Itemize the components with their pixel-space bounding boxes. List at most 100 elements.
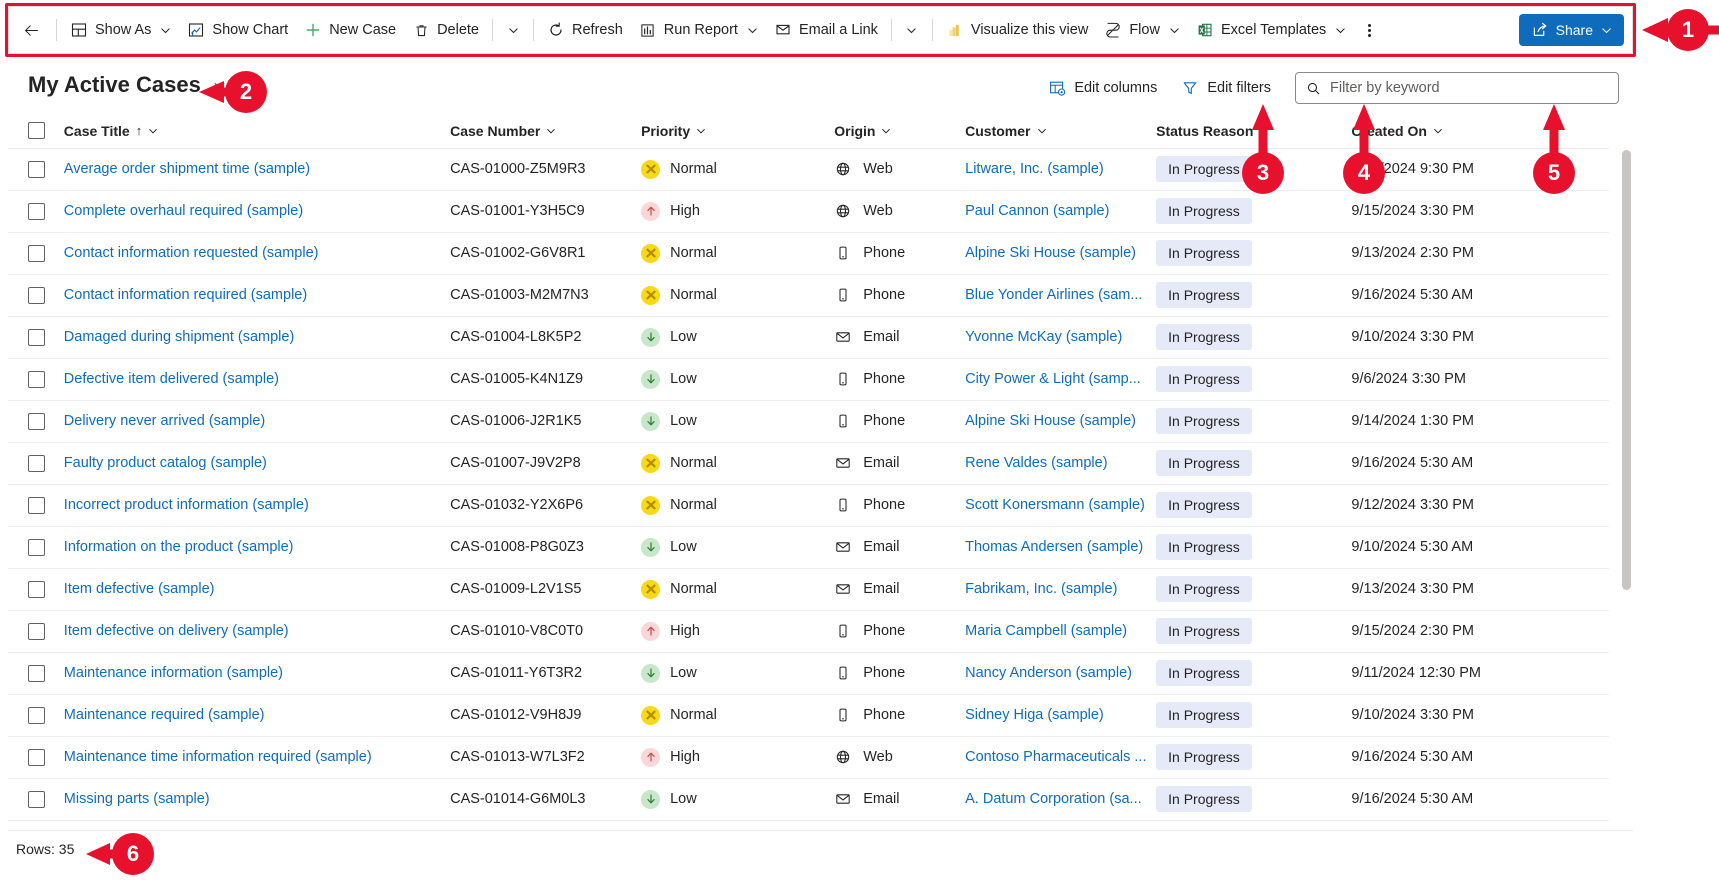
case-title-link[interactable]: Maintenance time information required (s… [64,749,450,765]
delete-more-button[interactable] [498,13,528,47]
chevron-down-icon[interactable] [696,126,706,136]
chevron-down-icon[interactable] [1335,25,1346,36]
show-chart-button[interactable]: Show Chart [179,13,296,47]
row-checkbox[interactable] [28,622,45,640]
chevron-down-icon[interactable] [546,126,556,136]
case-title-link[interactable]: Item defective (sample) [64,581,450,597]
table-row[interactable]: Item defective on delivery (sample) CAS-0… [8,610,1609,653]
table-row[interactable]: Contact information required (sample) CAS… [8,274,1609,317]
customer-link[interactable]: Fabrikam, Inc. (sample) [965,581,1156,597]
new-case-button[interactable]: New Case [296,13,404,47]
table-row[interactable]: Maintenance information (sample) CAS-0101… [8,652,1609,695]
customer-link[interactable]: Yvonne McKay (sample) [965,329,1156,345]
table-row[interactable]: Complete overhaul required (sample) CAS-0… [8,190,1609,233]
case-title-link[interactable]: Maintenance required (sample) [64,707,450,723]
row-checkbox[interactable] [28,244,45,262]
chevron-down-icon[interactable] [1433,126,1443,136]
filter-by-keyword-box[interactable] [1295,72,1619,104]
customer-link[interactable]: Sidney Higa (sample) [965,707,1156,723]
chevron-down-icon[interactable] [1169,25,1180,36]
vertical-scrollbar[interactable] [1622,150,1631,750]
customer-link[interactable]: City Power & Light (samp... [965,371,1156,387]
table-row[interactable]: Faulty product catalog (sample) CAS-01007… [8,442,1609,485]
case-title-link[interactable]: Missing parts (sample) [64,791,450,807]
select-all-checkbox[interactable] [28,122,45,140]
row-checkbox[interactable] [28,286,45,304]
delete-button[interactable]: Delete [404,13,487,47]
row-checkbox[interactable] [28,748,45,766]
case-title-link[interactable]: Information on the product (sample) [64,539,450,555]
case-title-link[interactable]: Incorrect product information (sample) [64,497,450,513]
back-button[interactable] [15,14,47,46]
table-row[interactable]: Maintenance time information required (s… [8,736,1609,779]
table-row[interactable]: Delivery never arrived (sample) CAS-01006… [8,400,1609,443]
chevron-down-icon[interactable] [1037,126,1047,136]
table-row[interactable]: Item defective (sample) CAS-01009-L2V1S5 N… [8,568,1609,611]
case-title-link[interactable]: Item defective on delivery (sample) [64,623,450,639]
email-a-link-button[interactable]: Email a Link [766,13,886,47]
table-row[interactable]: Defective item delivered (sample) CAS-010… [8,358,1609,401]
customer-link[interactable]: Thomas Andersen (sample) [965,539,1156,555]
row-checkbox[interactable] [28,160,45,178]
case-title-link[interactable]: Average order shipment time (sample) [64,161,450,177]
row-checkbox[interactable] [28,496,45,514]
run-report-button[interactable]: Run Report [631,13,766,47]
table-row[interactable]: Missing parts (sample) CAS-01014-G6M0L3 Lo… [8,778,1609,821]
case-title-link[interactable]: Damaged during shipment (sample) [64,329,450,345]
flow-button[interactable]: Flow [1096,13,1188,47]
customer-link[interactable]: Litware, Inc. (sample) [965,161,1156,177]
row-checkbox[interactable] [28,580,45,598]
row-checkbox[interactable] [28,454,45,472]
case-title-link[interactable]: Defective item delivered (sample) [64,371,450,387]
excel-templates-button[interactable]: Excel Templates [1188,13,1354,47]
column-header-origin[interactable]: Origin [834,114,966,149]
case-title-link[interactable]: Maintenance information (sample) [64,665,450,681]
customer-link[interactable]: Maria Campbell (sample) [965,623,1156,639]
chevron-down-icon[interactable] [148,126,158,136]
case-title-link[interactable]: Faulty product catalog (sample) [64,455,450,471]
customer-link[interactable]: Rene Valdes (sample) [965,455,1156,471]
case-title-link[interactable]: Contact information required (sample) [64,287,450,303]
edit-columns-button[interactable]: Edit columns [1038,72,1167,104]
search-input[interactable] [1330,80,1610,96]
row-checkbox[interactable] [28,706,45,724]
chevron-down-icon[interactable] [881,126,891,136]
customer-link[interactable]: Contoso Pharmaceuticals ... [965,749,1156,765]
chevron-down-icon[interactable] [747,25,758,36]
row-checkbox[interactable] [28,664,45,682]
email-more-button[interactable] [897,13,927,47]
table-row[interactable]: Contact information requested (sample) CA… [8,232,1609,275]
customer-link[interactable]: Alpine Ski House (sample) [965,245,1156,261]
customer-link[interactable]: Alpine Ski House (sample) [965,413,1156,429]
show-as-button[interactable]: Show As [62,13,179,47]
row-checkbox[interactable] [28,412,45,430]
row-checkbox[interactable] [28,328,45,346]
customer-link[interactable]: Nancy Anderson (sample) [965,665,1156,681]
row-checkbox[interactable] [28,790,45,808]
row-checkbox[interactable] [28,202,45,220]
customer-link[interactable]: Paul Cannon (sample) [965,203,1156,219]
table-row[interactable]: Information on the product (sample) CAS-0… [8,526,1609,569]
table-row[interactable]: Incorrect product information (sample) CA… [8,484,1609,527]
scrollbar-thumb[interactable] [1622,150,1631,590]
case-title-link[interactable]: Delivery never arrived (sample) [64,413,450,429]
table-row[interactable]: Damaged during shipment (sample) CAS-0100… [8,316,1609,359]
row-checkbox[interactable] [28,370,45,388]
row-checkbox[interactable] [28,538,45,556]
customer-link[interactable]: A. Datum Corporation (sa... [965,791,1156,807]
case-title-link[interactable]: Complete overhaul required (sample) [64,203,450,219]
chevron-down-icon[interactable] [1601,25,1612,36]
column-header-created-on[interactable]: Created On [1351,114,1609,149]
column-header-case-number[interactable]: Case Number [450,114,642,149]
table-row[interactable]: Maintenance required (sample) CAS-01012-V… [8,694,1609,737]
case-title-link[interactable]: Contact information requested (sample) [64,245,450,261]
chevron-down-icon[interactable] [160,25,171,36]
customer-link[interactable]: Blue Yonder Airlines (sam... [965,287,1156,303]
column-header-priority[interactable]: Priority [641,114,835,149]
customer-link[interactable]: Scott Konersmann (sample) [965,497,1156,513]
column-header-case-title[interactable]: Case Title ↑ [63,114,451,149]
visualize-this-view-button[interactable]: Visualize this view [938,13,1096,47]
share-button[interactable]: Share [1518,14,1624,46]
refresh-button[interactable]: Refresh [539,13,631,47]
column-header-customer[interactable]: Customer [965,114,1157,149]
